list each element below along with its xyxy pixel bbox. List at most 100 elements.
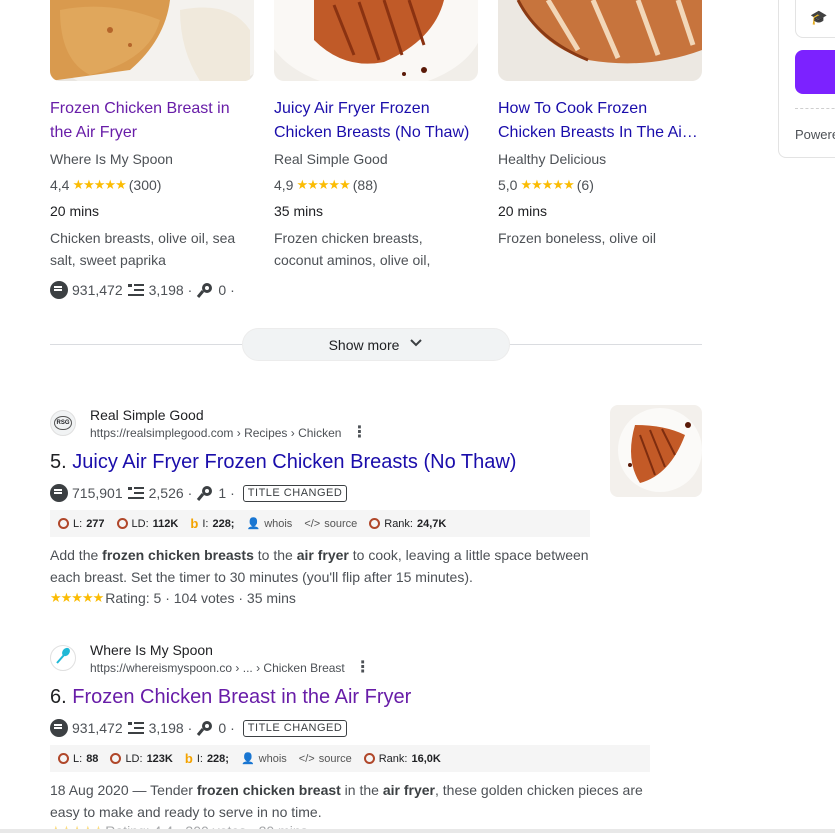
seo-linking-domains[interactable]: LD: 112K — [116, 518, 178, 530]
result-rating: ★★★★★ Rating: 5 · 104 votes · 35 mins — [50, 590, 296, 606]
snippet-highlight: air fryer — [382, 782, 435, 798]
recipe-card[interactable]: Frozen Chicken Breast in the Air Fryer W… — [50, 0, 254, 271]
seo-source[interactable]: </> source — [304, 518, 357, 530]
recipe-image[interactable] — [498, 0, 702, 81]
seo-label: whois — [264, 517, 293, 530]
recipe-image[interactable] — [274, 0, 478, 81]
recipe-ingredients: Frozen chicken breasts, coconut aminos, … — [274, 227, 478, 271]
seo-rank[interactable]: Rank: 24,7K — [369, 518, 446, 530]
views-count: 715,901 — [72, 485, 123, 501]
recipe-rating: 4,9 ★★★★★ (88) — [274, 175, 478, 195]
result-link[interactable]: Frozen Chicken Breast in the Air Fryer — [72, 686, 411, 708]
seo-whois[interactable]: 👤 whois — [241, 752, 287, 766]
site-name[interactable]: Real Simple Good — [90, 407, 204, 423]
site-url[interactable]: https://whereismyspoon.co › ... › Chicke… — [90, 660, 371, 676]
recipe-card[interactable]: Juicy Air Fryer Frozen Chicken Breasts (… — [274, 0, 478, 271]
snippet-text: in the — [340, 782, 383, 798]
ingredients-line: salt, sweet paprika — [50, 252, 166, 268]
key-icon — [196, 719, 214, 737]
lists-count: 2,526 — [148, 485, 184, 501]
seo-source[interactable]: </> source — [299, 753, 352, 765]
lists-count: 3,198 — [148, 720, 184, 736]
seo-label: source — [318, 752, 352, 765]
recipe-time: 35 mins — [274, 203, 324, 219]
keys-count: 0 — [218, 720, 227, 736]
circle-icon — [369, 518, 381, 529]
rating-value: 4,9 — [274, 177, 294, 193]
more-options-icon[interactable]: ⋮ — [355, 660, 371, 676]
snippet-highlight: air fryer — [296, 547, 349, 563]
recipe-rating: 5,0 ★★★★★ (6) — [498, 175, 702, 195]
seo-rank[interactable]: Rank: 16,0K — [363, 752, 441, 765]
keys-count: 1 — [218, 485, 227, 501]
site-name[interactable]: Where Is My Spoon — [90, 642, 213, 658]
separator: · — [230, 282, 235, 298]
circle-icon — [363, 753, 375, 764]
ingredients-line: Frozen boneless, olive oil — [498, 230, 656, 246]
seo-label: LD: — [125, 752, 143, 765]
bing-icon: b — [190, 516, 199, 531]
result-title[interactable]: 5. Juicy Air Fryer Frozen Chicken Breast… — [50, 449, 516, 475]
rating-votes: (300) — [128, 177, 162, 193]
recipe-title[interactable]: How To Cook Frozen Chicken Breasts In Th… — [498, 97, 702, 145]
result-thumbnail[interactable] — [610, 405, 702, 497]
seo-bing-index[interactable]: b I: 228; — [185, 751, 229, 766]
spoon-icon — [54, 647, 72, 670]
seo-value: 24,7K — [417, 517, 447, 530]
seo-value: 16,0K — [411, 752, 441, 765]
more-options-icon[interactable]: ⋮ — [351, 425, 367, 441]
recipe-card[interactable]: How To Cook Frozen Chicken Breasts In Th… — [498, 0, 702, 249]
seo-links[interactable]: L: 88 — [58, 753, 98, 765]
recipe-ingredients: Frozen boneless, olive oil — [498, 227, 702, 249]
recipe-title[interactable]: Juicy Air Fryer Frozen Chicken Breasts (… — [274, 97, 478, 145]
views-count: 931,472 — [72, 720, 123, 736]
recipe-time: 20 mins — [498, 203, 548, 219]
recipe-title[interactable]: Frozen Chicken Breast in the Air Fryer — [50, 97, 254, 145]
snippet-highlight: frozen chicken breast — [196, 782, 341, 798]
circle-icon — [58, 518, 69, 529]
snippet-text: Add the — [50, 547, 103, 563]
seo-linking-domains[interactable]: LD: 123K — [110, 752, 173, 765]
list-icon — [127, 484, 145, 502]
person-icon: 👤 — [246, 518, 261, 530]
result-link[interactable]: Juicy Air Fryer Frozen Chicken Breasts (… — [72, 451, 516, 473]
rating-value: 4,4 — [50, 177, 70, 193]
code-icon: </> — [298, 752, 315, 765]
seo-value: 88 — [86, 752, 99, 765]
show-more-label: Show more — [328, 336, 400, 353]
star-icons: ★★★★★ — [296, 177, 350, 192]
seo-label: I: — [196, 752, 203, 765]
seo-label: Rank: — [378, 752, 408, 765]
seo-value: 228; — [206, 752, 229, 765]
url-text: https://whereismyspoon.co › ... › Chicke… — [90, 661, 345, 675]
rating-votes: (88) — [352, 177, 378, 193]
result-number: 6. — [50, 686, 67, 708]
seo-whois[interactable]: 👤 whois — [246, 517, 293, 531]
side-action-button[interactable] — [795, 50, 835, 94]
show-more-button[interactable]: Show more — [242, 328, 510, 361]
horizontal-scrollbar[interactable] — [0, 829, 835, 833]
recipe-title-line: Frozen Chicken Breast in — [50, 100, 230, 117]
site-url[interactable]: https://realsimplegood.com › Recipes › C… — [90, 425, 367, 441]
recipe-title-line: How To Cook Frozen — [498, 100, 648, 117]
recipe-title-line: Juicy Air Fryer Frozen — [274, 100, 430, 117]
side-widget[interactable]: 🎓 — [795, 0, 835, 38]
seo-value: 123K — [146, 752, 173, 765]
separator: · — [187, 485, 193, 501]
recipe-title-line: Chicken Breasts In The Ai… — [498, 124, 698, 141]
seo-links[interactable]: L: 277 — [58, 518, 105, 530]
recipe-image[interactable] — [50, 0, 254, 81]
recipe-source: Real Simple Good — [274, 151, 388, 167]
seo-bing-index[interactable]: b I: 228; — [190, 516, 234, 531]
rating-text: Rating: 5 · 104 votes · 35 mins — [105, 590, 296, 606]
result-title[interactable]: 6. Frozen Chicken Breast in the Air Frye… — [50, 684, 411, 710]
circle-icon — [110, 753, 122, 764]
site-favicon[interactable]: RSG — [50, 410, 76, 436]
recipe-rating: 4,4 ★★★★★ (300) — [50, 175, 254, 195]
list-icon — [127, 719, 145, 737]
separator: · — [230, 720, 235, 736]
site-favicon[interactable] — [50, 645, 76, 671]
recipe-source: Where Is My Spoon — [50, 151, 173, 167]
separator: · — [187, 282, 193, 298]
recipes-stats: 931,472 3,198 · 0 · — [50, 281, 235, 299]
